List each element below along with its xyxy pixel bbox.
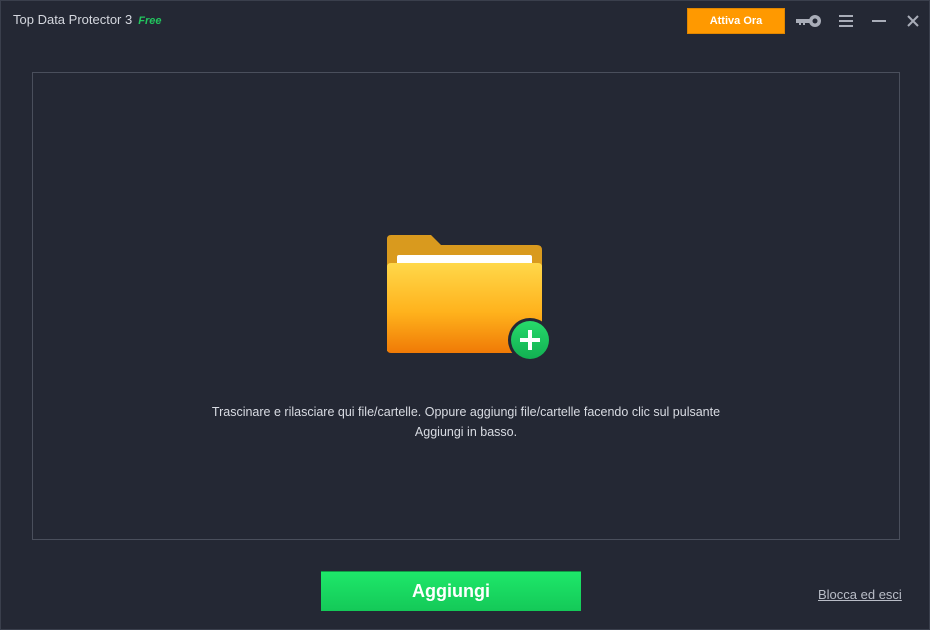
instruction-line-2: Aggiungi in basso. <box>414 425 518 439</box>
app-title: Top Data Protector 3 Free <box>13 12 161 27</box>
activate-now-button[interactable]: Attiva Ora <box>687 8 785 34</box>
app-name: Top Data Protector 3 <box>13 12 133 27</box>
app-window: Top Data Protector 3 Free Attiva Ora Tra… <box>0 0 930 630</box>
drop-instructions: Trascinare e rilasciare qui file/cartell… <box>33 402 899 442</box>
close-icon[interactable] <box>899 11 927 31</box>
lock-and-exit-link[interactable]: Blocca ed esci <box>818 587 902 602</box>
title-bar: Top Data Protector 3 Free Attiva Ora <box>1 1 929 39</box>
add-button[interactable]: Aggiungi <box>321 571 581 611</box>
hamburger-menu-icon[interactable] <box>832 11 860 31</box>
folder-add-icon[interactable] <box>387 233 555 365</box>
key-icon[interactable] <box>795 11 823 31</box>
instruction-line-1: Trascinare e rilasciare qui file/cartell… <box>211 405 721 419</box>
file-drop-zone[interactable]: Trascinare e rilasciare qui file/cartell… <box>32 72 900 540</box>
edition-badge: Free <box>138 15 162 27</box>
minimize-icon[interactable] <box>865 11 893 31</box>
